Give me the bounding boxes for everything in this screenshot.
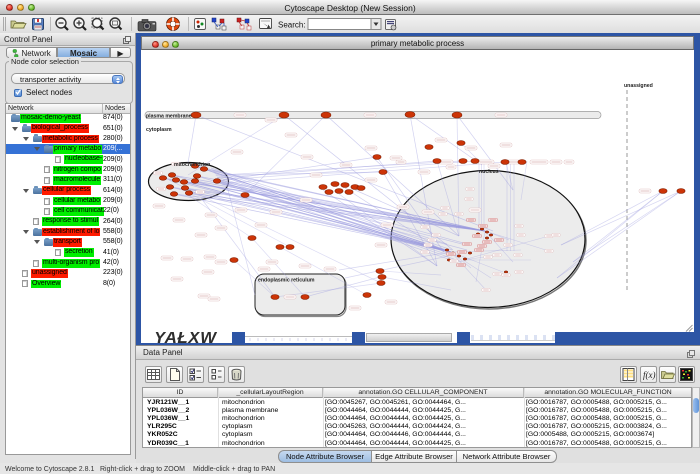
svg-text:mitochondrion: mitochondrion: [174, 162, 210, 168]
svg-text:plasma membrane: plasma membrane: [146, 114, 192, 120]
svg-text:f(x): f(x): [643, 370, 656, 380]
svg-text:endoplasmic reticulum: endoplasmic reticulum: [258, 278, 315, 284]
svg-text:cytoplasm: cytoplasm: [146, 127, 172, 133]
svg-text:Search:: Search:: [278, 21, 306, 30]
svg-text:unassigned: unassigned: [624, 83, 653, 89]
svg-text:nucleus: nucleus: [479, 169, 499, 175]
